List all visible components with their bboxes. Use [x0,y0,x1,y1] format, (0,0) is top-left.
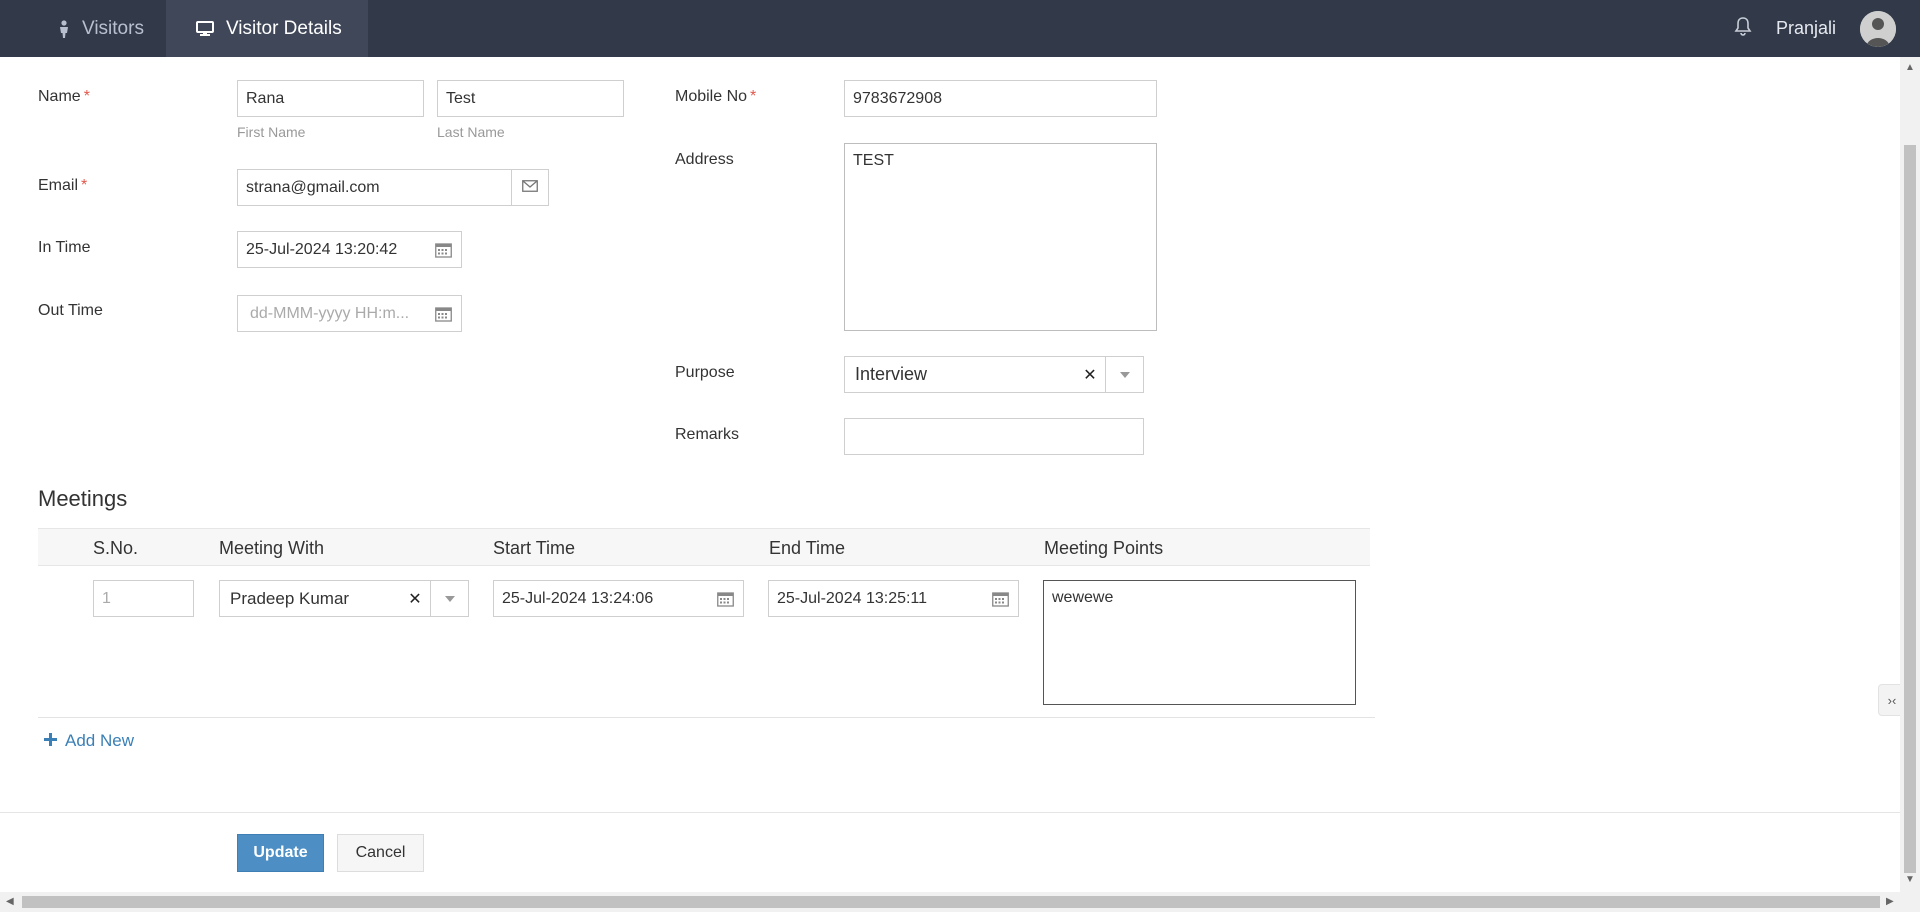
end-time-input[interactable]: 25-Jul-2024 13:25:11 [768,580,1019,617]
bell-icon[interactable] [1734,16,1752,41]
footer-divider [0,812,1900,813]
meetings-title: Meetings [38,486,128,511]
column-header: End Time [769,538,846,558]
plus-icon [44,731,57,751]
clear-icon[interactable]: ✕ [400,589,430,609]
out-time-label: Out Time [38,302,103,319]
start-time-value: 25-Jul-2024 13:24:06 [502,589,654,607]
calendar-icon[interactable] [992,591,1009,612]
scroll-left-arrow[interactable]: ◀ [6,896,14,907]
purpose-select[interactable]: Interview ✕ [844,356,1144,393]
column-header: Meeting With [219,538,325,558]
scroll-up-arrow[interactable]: ▲ [1905,62,1915,73]
cancel-button[interactable]: Cancel [337,834,424,872]
horizontal-scrollbar-thumb[interactable] [22,896,1880,908]
tab-visitors[interactable]: Visitors [0,0,166,57]
out-time-input[interactable]: dd-MMM-yyyy HH:m... [237,295,462,332]
in-time-label: In Time [38,239,91,256]
avatar[interactable] [1860,10,1896,47]
tab-label: Visitors [82,17,144,39]
calendar-icon[interactable] [717,591,734,612]
meeting-with-value: Pradeep Kumar [230,588,350,608]
monitor-icon [195,20,214,37]
column-header: Meeting Points [1044,538,1164,558]
mobile-input[interactable]: 9783672908 [844,80,1157,117]
clear-icon[interactable]: ✕ [1075,365,1105,385]
mobile-label: Mobile No * [675,88,757,105]
chevron-down-icon[interactable] [430,581,468,616]
calendar-icon[interactable] [435,306,452,327]
first-name-hint: First Name [237,124,306,140]
table-divider [38,717,1375,718]
remarks-label: Remarks [675,426,740,443]
end-time-value: 25-Jul-2024 13:25:11 [777,589,928,607]
purpose-label: Purpose [675,364,735,381]
meeting-with-select[interactable]: Pradeep Kumar ✕ [219,580,469,617]
chevron-down-icon[interactable] [1105,357,1143,392]
email-addon-button[interactable] [511,169,549,206]
name-label: Name * [38,88,90,105]
column-header: S.No. [93,538,139,558]
scroll-right-arrow[interactable]: ▶ [1886,896,1894,907]
in-time-value: 25-Jul-2024 13:20:42 [246,240,398,258]
meeting-points-textarea[interactable]: wewewe [1043,580,1356,705]
user-name[interactable]: Pranjali [1776,18,1836,39]
update-button[interactable]: Update [237,834,324,872]
start-time-input[interactable]: 25-Jul-2024 13:24:06 [493,580,744,617]
column-header: Start Time [493,538,576,558]
meetings-table-header: S.No. Meeting With Start Time End Time M… [38,528,1370,566]
address-textarea[interactable]: TEST [844,143,1157,331]
email-input[interactable]: strana@gmail.com [237,169,512,206]
tab-visitor-details[interactable]: Visitor Details [165,0,368,57]
purpose-value: Interview [855,364,928,384]
person-icon [58,19,70,38]
out-time-placeholder: dd-MMM-yyyy HH:m... [250,304,410,322]
sno-input[interactable]: 1 [93,580,194,617]
last-name-hint: Last Name [437,124,505,140]
vertical-scrollbar-thumb[interactable] [1904,145,1916,873]
scroll-down-arrow[interactable]: ▼ [1905,874,1915,885]
in-time-input[interactable]: 25-Jul-2024 13:20:42 [237,231,462,268]
calendar-icon[interactable] [435,242,452,263]
add-new-label: Add New [65,731,134,750]
top-nav-bar: Visitors Visitor Details Pranjali [0,0,1920,57]
last-name-input[interactable]: Test [437,80,624,117]
remarks-input[interactable] [844,418,1144,455]
address-label: Address [675,151,734,168]
envelope-icon [522,179,538,197]
email-label: Email * [38,177,88,194]
tab-label: Visitor Details [225,17,342,39]
add-new-button[interactable]: Add New [44,731,134,751]
first-name-input[interactable]: Rana [237,80,424,117]
